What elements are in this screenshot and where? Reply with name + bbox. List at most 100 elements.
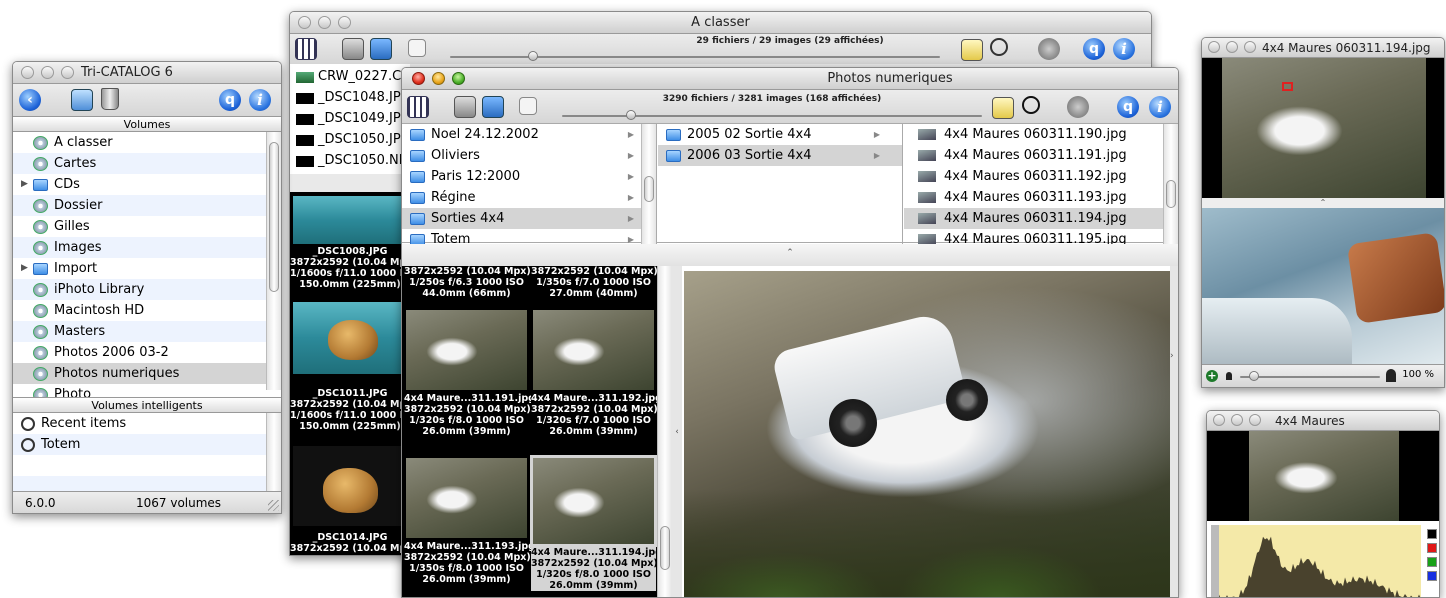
volume-item[interactable]: Cartes (13, 153, 266, 174)
info-icon[interactable]: i (1149, 96, 1171, 118)
histogram-icon[interactable] (992, 97, 1014, 119)
histogram-icon[interactable] (961, 39, 983, 61)
zoom-region-marker[interactable] (1282, 82, 1293, 91)
info-icon[interactable]: i (1113, 38, 1135, 60)
grid-scrollbar[interactable] (657, 266, 672, 597)
edit-icon[interactable] (1067, 96, 1089, 118)
zoom-slider[interactable] (1240, 376, 1380, 378)
file-item[interactable]: 4x4 Maures 060311.194.jpg (904, 208, 1178, 229)
thumbnail-dsc1008[interactable] (293, 196, 407, 244)
zoom-button[interactable] (338, 16, 351, 29)
thumbnail-image[interactable] (533, 310, 654, 390)
info-icon[interactable]: i (249, 89, 271, 111)
disclosure-triangle-icon[interactable]: ▶ (21, 174, 28, 195)
histogram-titlebar[interactable]: 4x4 Maures 060311.194.jpg (1207, 411, 1439, 448)
volume-item[interactable]: iPhoto Library (13, 279, 266, 300)
viewer-titlebar[interactable]: 4x4 Maures 060311.194.jpg (1202, 38, 1444, 58)
browser-item[interactable]: 2006 03 Sortie 4x4 ▶ (658, 145, 902, 166)
search-icon[interactable]: q (1083, 38, 1105, 60)
magnifier-icon[interactable] (990, 38, 1008, 56)
back-arrow-icon[interactable]: ‹ (19, 89, 41, 111)
volume-item[interactable]: Gilles (13, 216, 266, 237)
magnifier-icon[interactable] (1022, 96, 1040, 114)
zoom-button[interactable] (452, 72, 465, 85)
viewer-zoom-image[interactable] (1202, 208, 1444, 366)
thumbnail-image[interactable] (406, 458, 527, 538)
resize-grip[interactable] (268, 500, 279, 511)
splitter-handle[interactable]: ⌃ (402, 244, 1178, 266)
exif-icon[interactable] (408, 39, 426, 57)
volume-item[interactable]: ▶ Import (13, 258, 266, 279)
browser-item[interactable]: Sorties 4x4 ▶ (402, 208, 656, 229)
photo-folder-icon[interactable] (370, 38, 392, 60)
file-item[interactable]: 4x4 Maures 060311.192.jpg (904, 166, 1178, 187)
camera-icon[interactable] (454, 96, 476, 118)
photos-thumb-slider[interactable] (562, 115, 982, 117)
photo-folder-icon[interactable] (482, 96, 504, 118)
view-grid-icon[interactable] (407, 96, 429, 118)
volume-item[interactable]: Photos 2006 03-2 (13, 342, 266, 363)
browser-item[interactable]: Régine ▶ (402, 187, 656, 208)
browser-item[interactable]: Paris 12:2000 ▶ (402, 166, 656, 187)
a-classer-thumb-slider[interactable] (450, 56, 940, 58)
smart-volume-recent[interactable]: Recent items (13, 413, 266, 434)
volume-item[interactable]: Images (13, 237, 266, 258)
close-button[interactable] (412, 72, 425, 85)
thumbnail-dsc1011[interactable] (293, 302, 407, 374)
close-button[interactable] (298, 16, 311, 29)
file-item[interactable]: 4x4 Maures 060311.191.jpg (904, 145, 1178, 166)
smart-scrollbar[interactable] (266, 413, 281, 491)
channel-blue[interactable] (1427, 571, 1437, 581)
volume-item[interactable]: Dossier (13, 195, 266, 216)
trash-icon[interactable] (101, 88, 119, 110)
close-button[interactable] (21, 66, 34, 79)
channel-green[interactable] (1427, 557, 1437, 567)
large-preview-image[interactable] (684, 271, 1170, 597)
thumbnail-dsc1014[interactable] (293, 446, 407, 526)
viewer-splitter[interactable]: ⌃ (1202, 198, 1444, 208)
tricatalog-titlebar[interactable]: Tri-CATALOG 6 (13, 62, 281, 84)
thumbnail-image[interactable] (406, 310, 527, 390)
column-scrollbar[interactable] (1163, 124, 1178, 244)
slider-knob[interactable] (626, 110, 636, 120)
channel-luminance[interactable] (1427, 529, 1437, 539)
minimize-button[interactable] (1231, 414, 1243, 426)
preview-edge-handle[interactable]: › (1170, 266, 1178, 597)
a-classer-titlebar[interactable]: A classer (290, 12, 1151, 34)
minimize-button[interactable] (41, 66, 54, 79)
add-volume-icon[interactable] (71, 89, 93, 111)
file-item[interactable]: 4x4 Maures 060311.193.jpg (904, 187, 1178, 208)
edit-icon[interactable] (1038, 38, 1060, 60)
column-scrollbar[interactable] (641, 124, 656, 244)
slider-knob[interactable] (528, 51, 538, 61)
zoom-button[interactable] (61, 66, 74, 79)
disclosure-triangle-icon[interactable]: ▶ (21, 258, 28, 279)
volume-item[interactable]: Macintosh HD (13, 300, 266, 321)
preview-splitter[interactable]: ‹ (672, 266, 682, 597)
minimize-button[interactable] (432, 72, 445, 85)
search-icon[interactable]: q (219, 89, 241, 111)
volume-item[interactable]: Masters (13, 321, 266, 342)
thumbnail-image[interactable] (530, 455, 657, 547)
zoom-in-icon[interactable]: + (1206, 370, 1218, 382)
volume-item[interactable]: A classer (13, 132, 266, 153)
view-grid-icon[interactable] (295, 38, 317, 60)
volume-item[interactable]: ▶ CDs (13, 174, 266, 195)
browser-item[interactable]: Oliviers ▶ (402, 145, 656, 166)
minimize-button[interactable] (1226, 41, 1238, 53)
zoom-button[interactable] (1249, 414, 1261, 426)
volumes-scrollbar[interactable] (266, 132, 281, 390)
viewer-overview-image[interactable] (1202, 58, 1444, 198)
exif-icon[interactable] (519, 97, 537, 115)
minimize-button[interactable] (318, 16, 331, 29)
zoom-slider-knob[interactable] (1249, 371, 1259, 381)
volume-item[interactable]: Photos numeriques (13, 363, 266, 384)
camera-icon[interactable] (342, 38, 364, 60)
file-item[interactable]: 4x4 Maures 060311.190.jpg (904, 124, 1178, 145)
zoom-button[interactable] (1244, 41, 1256, 53)
close-button[interactable] (1213, 414, 1225, 426)
browser-item[interactable]: 2005 02 Sortie 4x4 ▶ (658, 124, 902, 145)
channel-red[interactable] (1427, 543, 1437, 553)
browser-item[interactable]: Noel 24.12.2002 ▶ (402, 124, 656, 145)
smart-volume-totem[interactable]: Totem (13, 434, 266, 455)
